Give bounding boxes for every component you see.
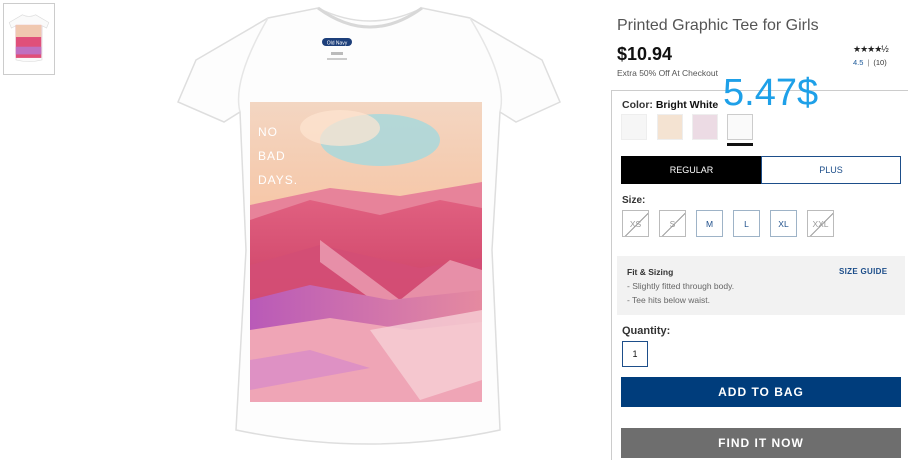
graphic-text-line2: BAD xyxy=(258,149,286,163)
thumbnail-tee-image xyxy=(8,14,50,62)
fit-sizing-title: Fit & Sizing xyxy=(627,267,674,277)
color-label: Color: Bright White xyxy=(622,99,719,111)
rating-value[interactable]: 4.5 xyxy=(853,58,863,67)
size-xxl-button[interactable]: XXL xyxy=(807,210,834,237)
rating-summary[interactable]: 4.5 | (10) xyxy=(853,58,887,67)
product-image: Old Navy NO BAD DAYS. xyxy=(177,6,561,445)
size-xl-button[interactable]: XL xyxy=(770,210,797,237)
color-value: Bright White xyxy=(655,99,719,111)
graphic-text-line1: NO xyxy=(258,125,278,139)
svg-text:Old Navy: Old Navy xyxy=(327,41,348,47)
size-xs-button[interactable]: XS xyxy=(622,210,649,237)
fit-detail-1: - Slightly fitted through body. xyxy=(627,281,735,291)
size-label: Size: xyxy=(622,195,646,206)
size-guide-link[interactable]: SIZE GUIDE xyxy=(839,267,887,276)
fit-tab-regular[interactable]: REGULAR xyxy=(621,156,762,184)
promo-text: Extra 50% Off At Checkout xyxy=(617,68,718,78)
find-it-now-button[interactable]: FIND IT NOW xyxy=(621,428,901,458)
graphic-text-line3: DAYS. xyxy=(258,173,298,187)
color-swatch-2[interactable] xyxy=(657,114,683,140)
product-thumbnail[interactable] xyxy=(3,3,55,75)
fit-detail-2: - Tee hits below waist. xyxy=(627,295,710,305)
size-l-button[interactable]: L xyxy=(733,210,760,237)
quantity-input[interactable]: 1 xyxy=(622,341,648,367)
color-swatch-1[interactable] xyxy=(621,114,647,140)
add-to-bag-button[interactable]: ADD TO BAG xyxy=(621,377,901,407)
product-price: $10.94 xyxy=(617,44,673,64)
review-count[interactable]: (10) xyxy=(873,58,886,67)
overlay-price-annotation: 5.47$ xyxy=(723,72,819,114)
color-swatch-3[interactable] xyxy=(692,114,718,140)
selected-swatch-indicator xyxy=(727,143,753,146)
color-swatch-bright-white[interactable] xyxy=(727,114,753,140)
graphic-print xyxy=(250,102,482,402)
quantity-label: Quantity: xyxy=(622,325,671,337)
size-m-button[interactable]: M xyxy=(696,210,723,237)
size-s-button[interactable]: S xyxy=(659,210,686,237)
fit-tab-plus[interactable]: PLUS xyxy=(761,156,901,184)
star-rating-icon: ★★★★½ xyxy=(853,44,889,54)
product-title: Printed Graphic Tee for Girls xyxy=(617,17,819,34)
